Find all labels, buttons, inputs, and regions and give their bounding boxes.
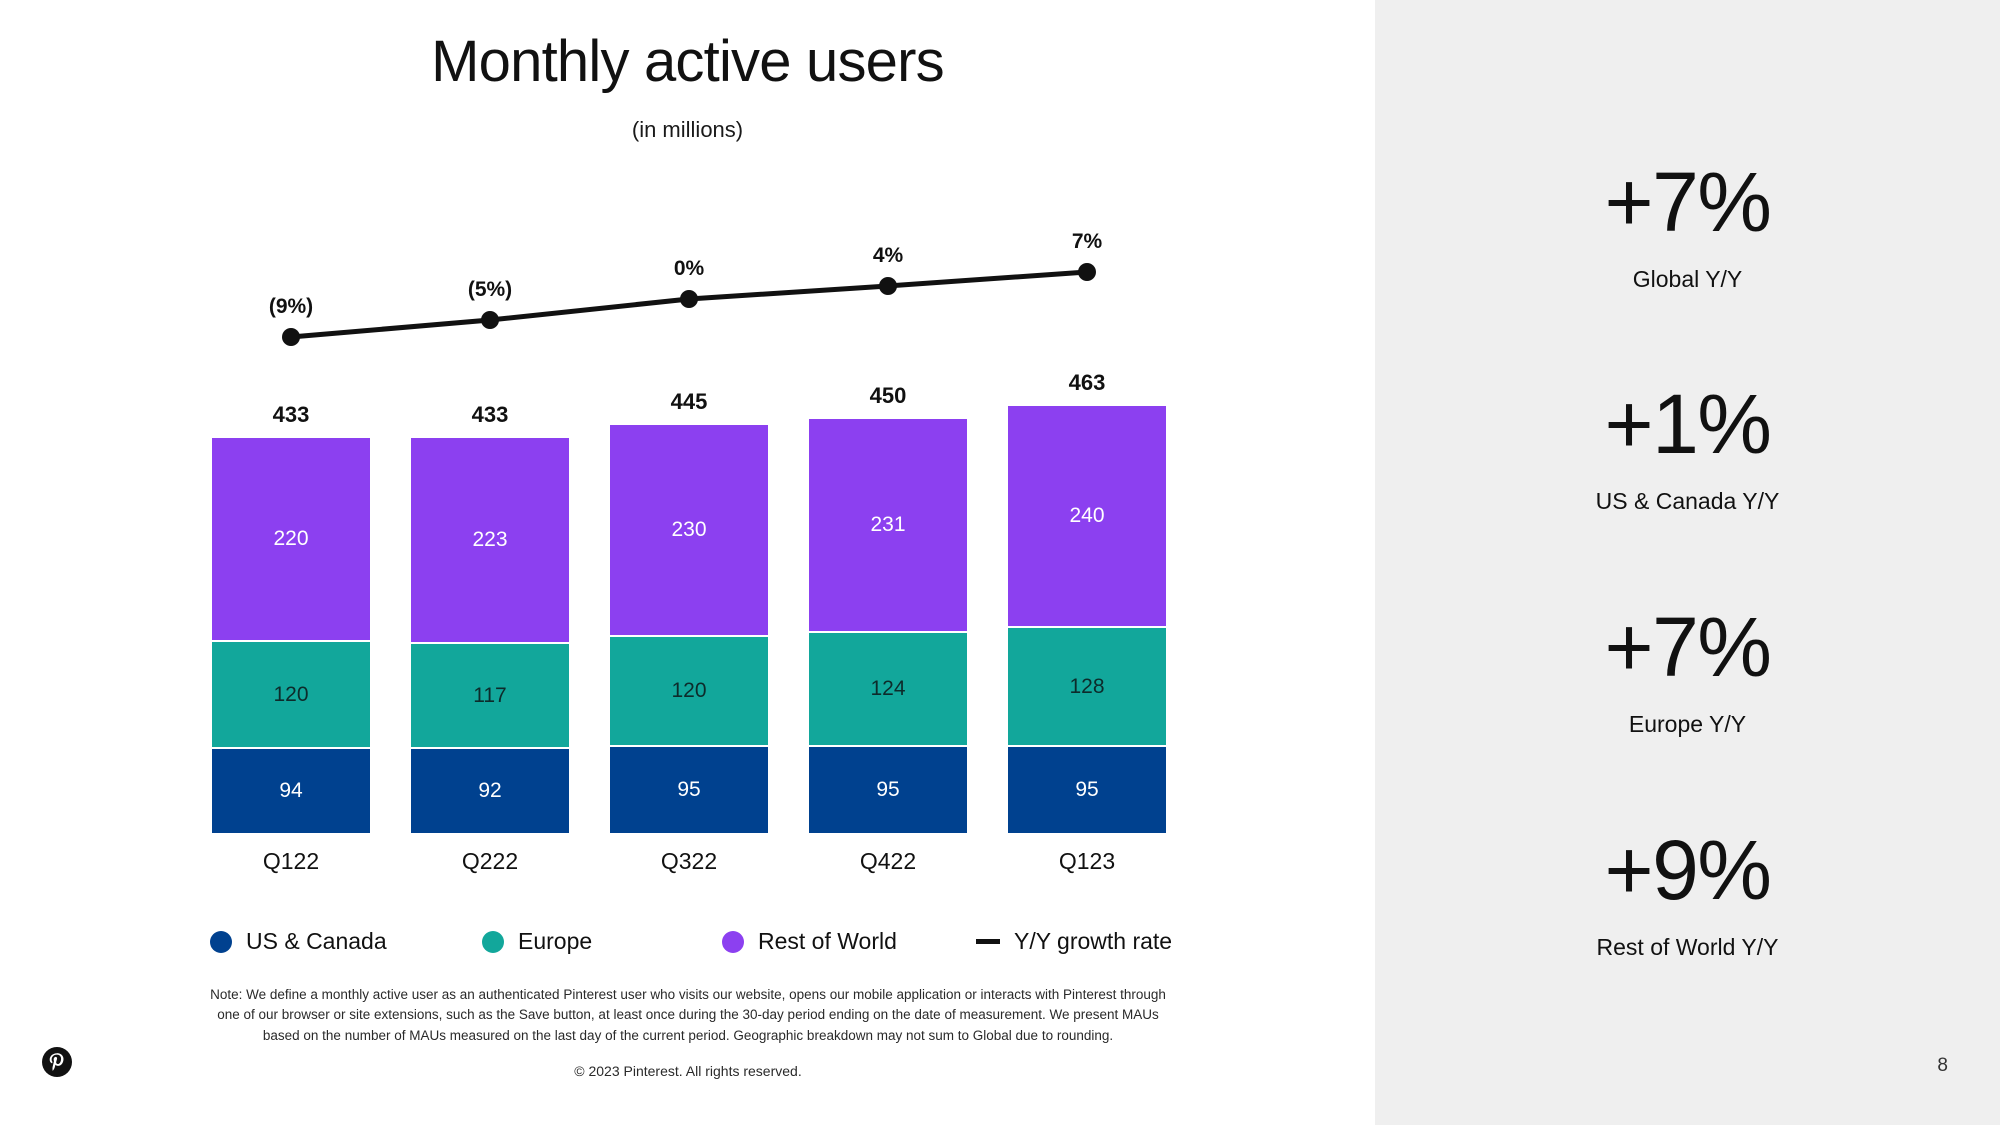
bar-segment-us-canada-q222: 92	[411, 749, 569, 833]
bar-segment-europe-q422: 124	[809, 633, 967, 745]
bar-segment-us-canada-q122: 94	[212, 749, 370, 833]
legend-label-growth-rate: Y/Y growth rate	[1014, 928, 1173, 954]
stat-europe: +7% Europe Y/Y	[1375, 605, 2000, 738]
bar-column-q123[interactable]: 463 240 128 95 Q123	[1008, 370, 1166, 874]
bar-segment-row-q422: 231	[809, 419, 967, 631]
page-number: 8	[1937, 1055, 1948, 1076]
x-axis-label-q122: Q122	[262, 848, 320, 874]
bar-segment-us-canada-q123: 95	[1008, 747, 1166, 833]
legend-label-rest-of-world: Rest of World	[758, 928, 897, 954]
bar-total-q122: 433	[272, 402, 310, 427]
legend-circle-icon-europe	[482, 930, 504, 953]
stat-global: +7% Global Y/Y	[1375, 160, 2000, 293]
footnote-text: Note: We define a monthly active user as…	[210, 987, 1166, 1043]
legend-circle-icon-rest-of-world	[722, 930, 744, 953]
stat-label-rest-of-world: Rest of World Y/Y	[1596, 934, 1779, 960]
stat-rest-of-world: +9% Rest of World Y/Y	[1375, 828, 2000, 961]
stat-value-rest-of-world: +9%	[1604, 823, 1772, 917]
bar-segment-row-q222: 223	[411, 438, 569, 642]
chart-panel: Monthly active users (in millions) (9%) …	[0, 0, 1375, 1125]
bar-column-q422[interactable]: 450 231 124 95 Q422	[809, 383, 967, 874]
bar-segment-europe-q122: 120	[212, 642, 370, 747]
legend-item-us-canada[interactable]: US & Canada	[210, 928, 482, 955]
bar-total-q422: 450	[869, 383, 907, 408]
legend-item-rest-of-world[interactable]: Rest of World	[722, 928, 976, 955]
stats-sidebar: +7% Global Y/Y +1% US & Canada Y/Y +7% E…	[1375, 0, 2000, 1125]
stat-value-us-canada: +1%	[1604, 377, 1772, 471]
stat-label-us-canada: US & Canada Y/Y	[1595, 488, 1780, 514]
stat-value-global: +7%	[1604, 155, 1772, 249]
bar-segment-us-canada-q322: 95	[610, 747, 768, 833]
chart-legend: US & Canada Europe Rest of World Y/Y gro…	[210, 928, 1172, 955]
x-axis-label-q123: Q123	[1058, 848, 1116, 874]
legend-dash-icon-growth-rate	[976, 939, 1000, 944]
x-axis-label-q322: Q322	[660, 848, 718, 874]
stat-label-europe: Europe Y/Y	[1628, 711, 1747, 737]
stat-value-europe: +7%	[1604, 600, 1772, 694]
bar-total-q322: 445	[670, 389, 708, 414]
stat-label-global: Global Y/Y	[1632, 266, 1743, 292]
bar-total-q222: 433	[471, 402, 509, 427]
legend-label-us-canada: US & Canada	[246, 928, 387, 954]
bar-segment-row-q123: 240	[1008, 406, 1166, 626]
bar-segment-us-canada-q422: 95	[809, 747, 967, 833]
x-axis-label-q422: Q422	[859, 848, 917, 874]
legend-label-europe: Europe	[518, 928, 593, 954]
legend-item-europe[interactable]: Europe	[482, 928, 722, 955]
bar-column-q322[interactable]: 445 230 120 95 Q322	[610, 389, 768, 874]
bar-column-q122[interactable]: 433 220 120 94 Q122	[212, 402, 370, 874]
bar-segment-europe-q222: 117	[411, 644, 569, 747]
stat-us-canada: +1% US & Canada Y/Y	[1375, 382, 2000, 515]
bar-segment-row-q322: 230	[610, 425, 768, 635]
legend-item-growth-rate[interactable]: Y/Y growth rate	[976, 928, 1172, 955]
copyright-text: © 2023 Pinterest. All rights reserved.	[574, 1063, 802, 1079]
legend-circle-icon-us-canada	[210, 930, 232, 953]
pinterest-logo	[42, 1047, 72, 1077]
bar-segment-europe-q322: 120	[610, 637, 768, 745]
bar-segment-row-q122: 220	[212, 438, 370, 640]
stacked-bar-chart: 433 220 120 94 Q122 433 223 117 92 Q222 …	[0, 0, 1375, 1125]
bar-segment-europe-q123: 128	[1008, 628, 1166, 745]
bar-total-q123: 463	[1068, 370, 1106, 395]
x-axis-label-q222: Q222	[461, 848, 519, 874]
slide: Monthly active users (in millions) (9%) …	[0, 0, 2000, 1125]
bar-column-q222[interactable]: 433 223 117 92 Q222	[411, 402, 569, 874]
